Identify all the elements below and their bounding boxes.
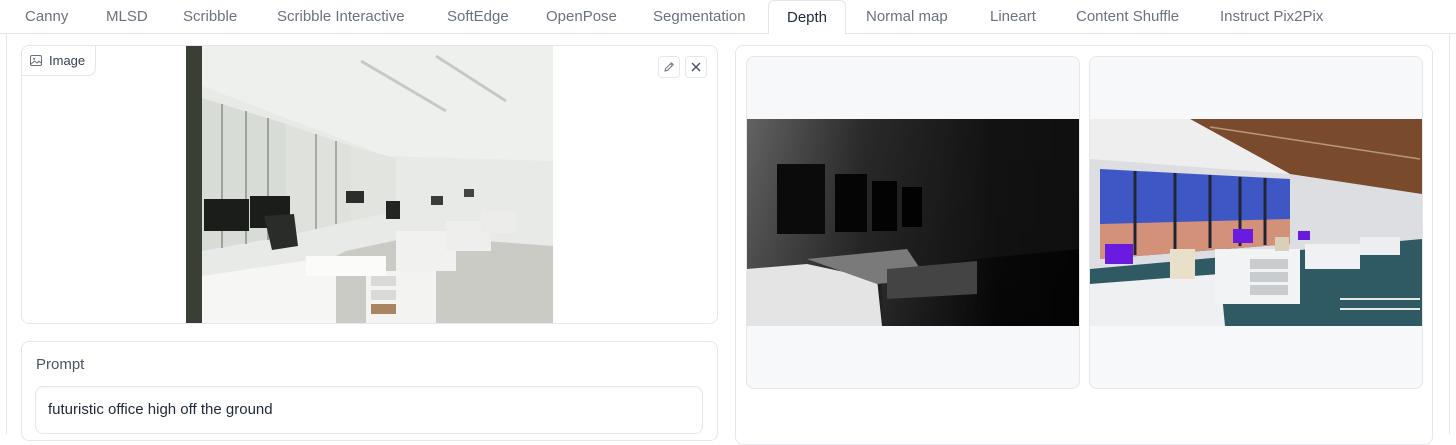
depth-map-image (747, 119, 1079, 326)
tab-lineart[interactable]: Lineart (990, 0, 1036, 34)
image-icon (30, 55, 42, 66)
prompt-label: Prompt (36, 356, 85, 373)
tab-segmentation[interactable]: Segmentation (653, 0, 746, 34)
image-input[interactable]: Image (21, 45, 718, 324)
image-label-badge: Image (22, 46, 97, 76)
tab-bar: Canny MLSD Scribble Scribble Interactive… (0, 0, 1456, 35)
tab-normal-map[interactable]: Normal map (866, 0, 948, 34)
input-office-photo (186, 46, 553, 323)
tab-canny[interactable]: Canny (25, 0, 68, 34)
pencil-icon (664, 62, 674, 72)
prompt-block: Prompt futuristic office high off the gr… (21, 341, 718, 441)
tab-scribble[interactable]: Scribble (183, 0, 237, 34)
close-icon (691, 62, 701, 72)
clear-button[interactable] (685, 56, 707, 78)
tab-depth[interactable]: Depth (768, 0, 847, 35)
tab-softedge[interactable]: SoftEdge (447, 0, 509, 34)
prompt-input[interactable]: futuristic office high off the ground (35, 386, 703, 434)
image-label-text: Image (49, 53, 86, 68)
tab-openpose[interactable]: OpenPose (546, 0, 617, 34)
generated-image-thumbnail[interactable] (1089, 56, 1423, 389)
depth-map-thumbnail[interactable] (746, 56, 1080, 389)
tab-scribble-interactive[interactable]: Scribble Interactive (277, 0, 405, 34)
tab-instruct-pix2pix[interactable]: Instruct Pix2Pix (1220, 0, 1323, 34)
tab-content-shuffle[interactable]: Content Shuffle (1076, 0, 1179, 34)
generated-office-image (1090, 119, 1422, 326)
edit-button[interactable] (658, 56, 680, 78)
tab-mlsd[interactable]: MLSD (106, 0, 148, 34)
